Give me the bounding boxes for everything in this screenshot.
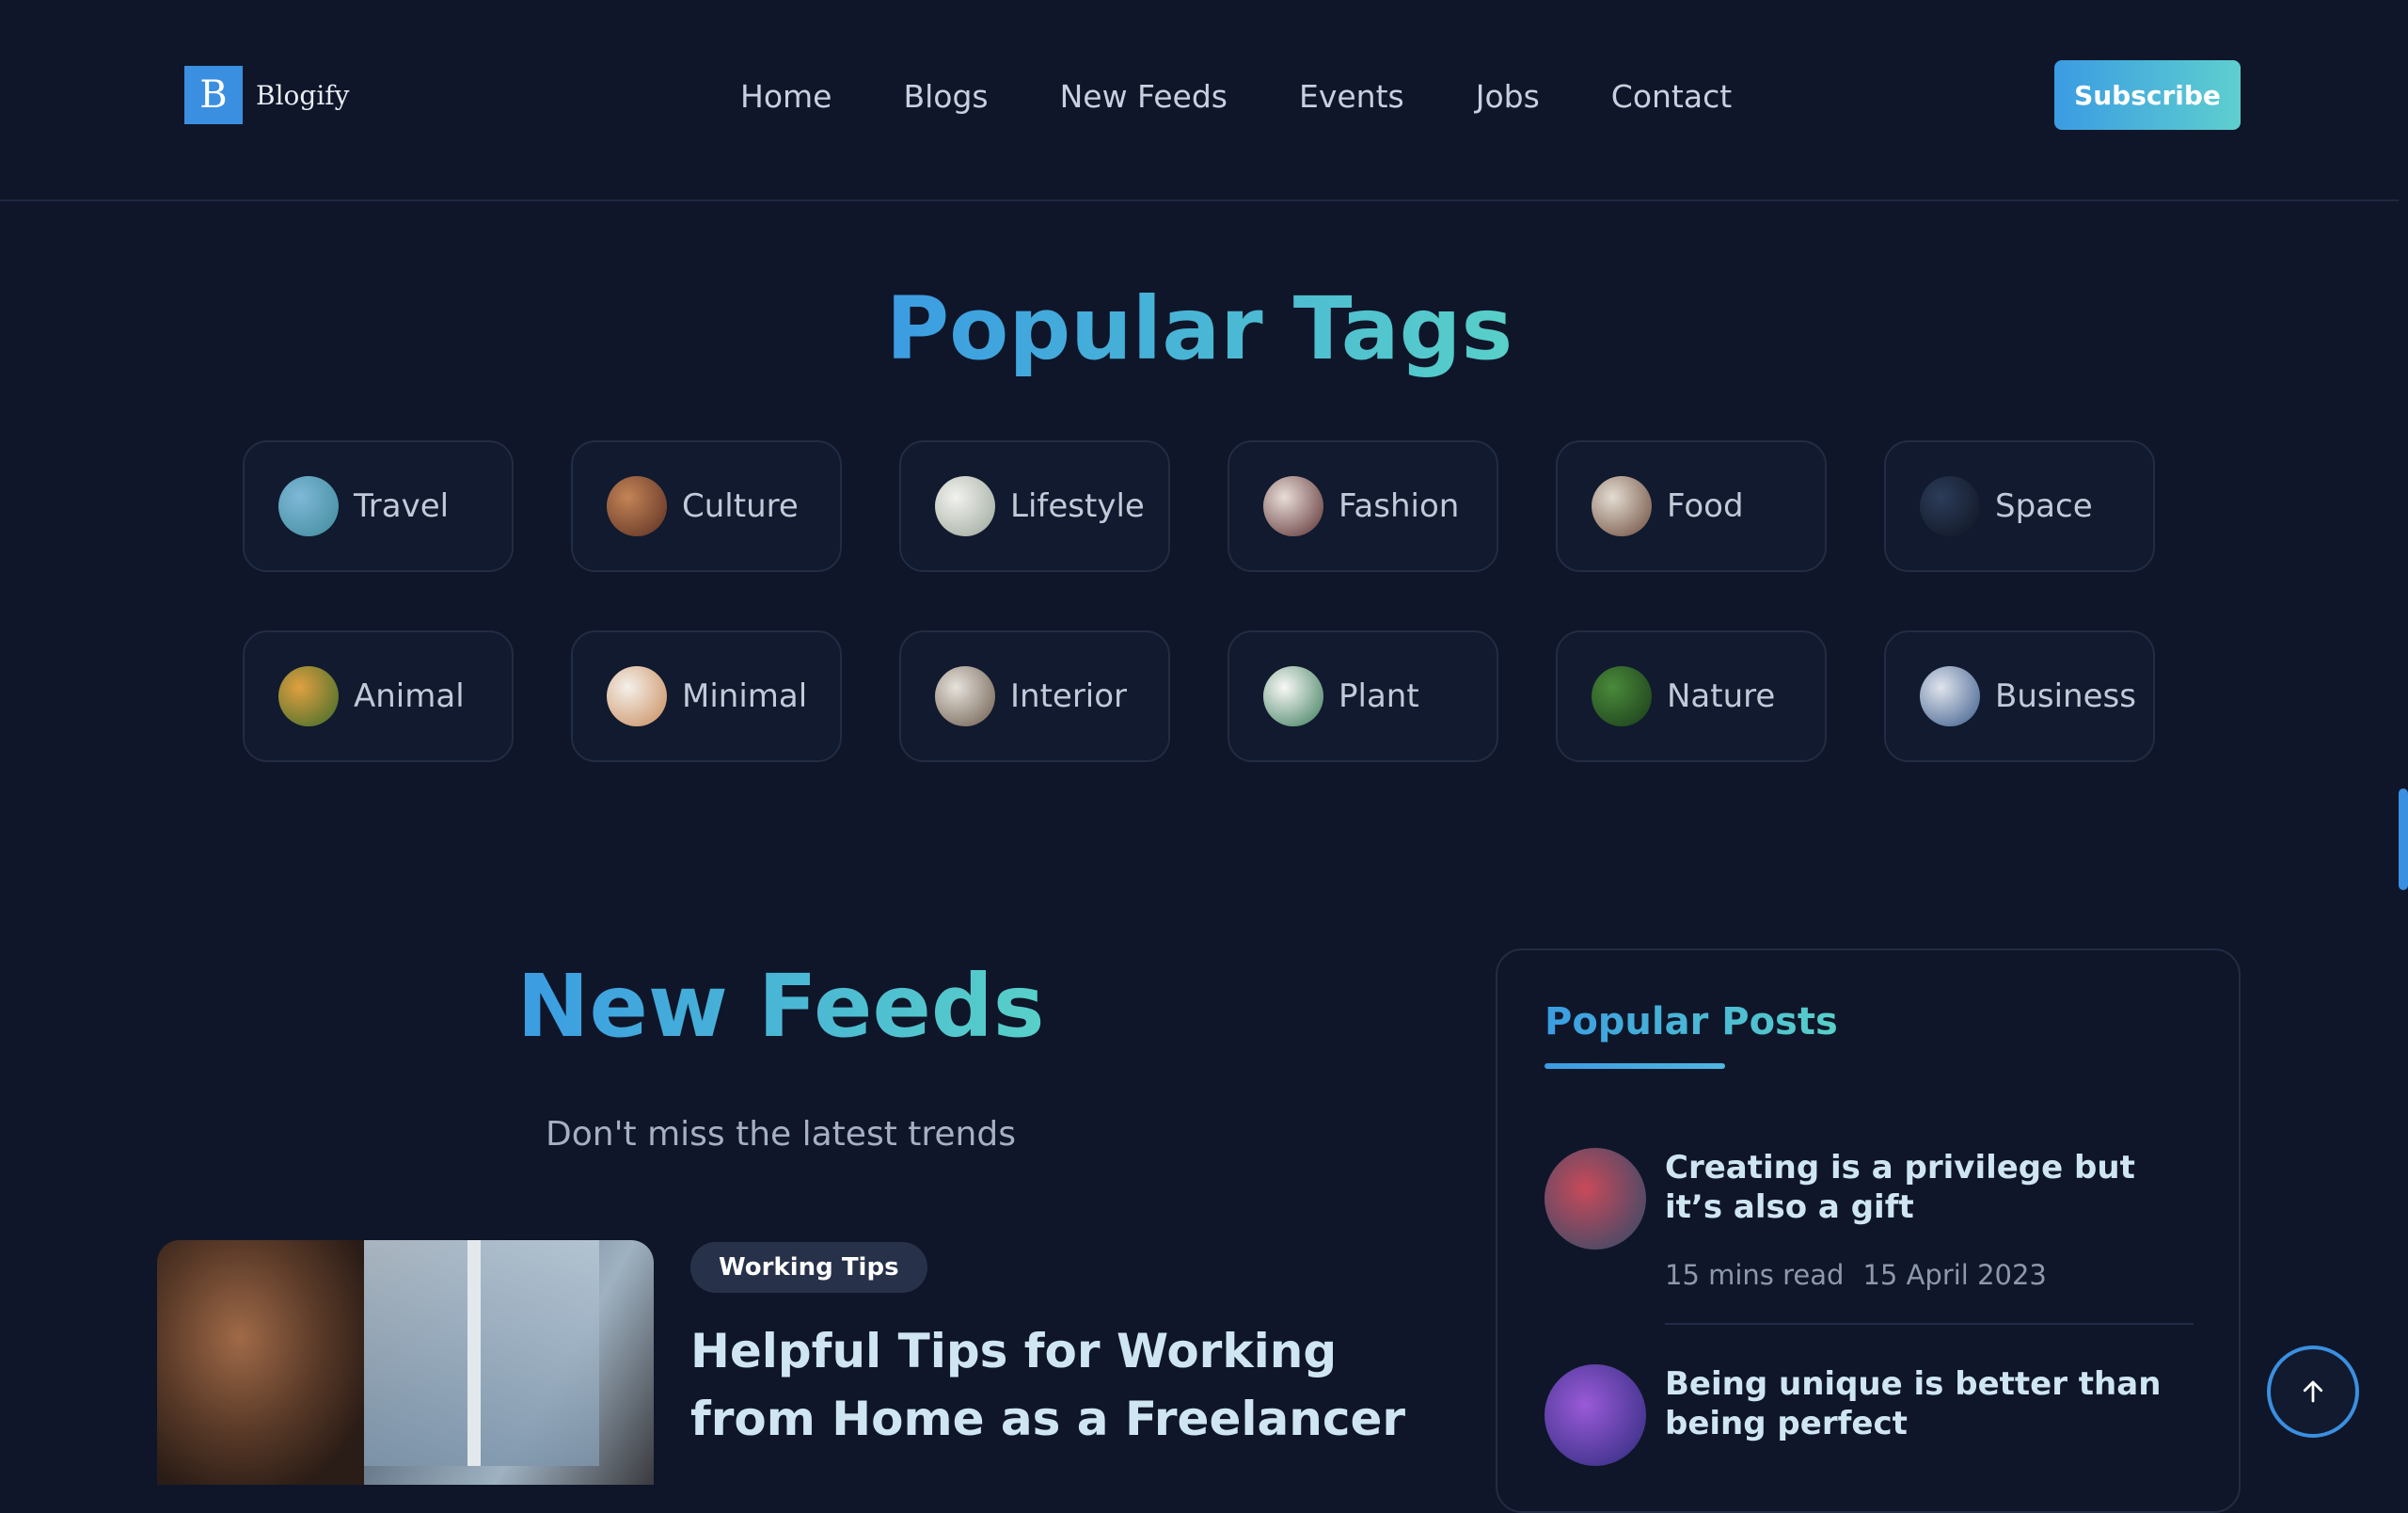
post-read-time: 15 mins read: [1665, 1259, 1845, 1291]
nav-blogs[interactable]: Blogs: [903, 78, 988, 115]
post-divider: [1665, 1323, 2194, 1325]
tag-travel[interactable]: Travel: [243, 440, 514, 572]
tag-label: Nature: [1667, 677, 1776, 715]
post-title[interactable]: Being unique is better than being perfec…: [1665, 1364, 2192, 1443]
tag-thumbnail: [607, 476, 667, 536]
tag-fashion[interactable]: Fashion: [1228, 440, 1498, 572]
featured-post-image[interactable]: [157, 1240, 654, 1485]
popular-tags-title-text: Popular Tags: [885, 279, 1513, 379]
image-person: [157, 1240, 364, 1485]
subscribe-button[interactable]: Subscribe: [2054, 60, 2241, 130]
tag-thumbnail: [1920, 666, 1980, 726]
popular-posts-panel: Popular Posts Creating is a privilege bu…: [1496, 948, 2241, 1513]
tag-plant[interactable]: Plant: [1228, 630, 1498, 762]
post-meta: 15 mins read 15 April 2023: [1665, 1259, 2047, 1291]
popular-post[interactable]: Being unique is better than being perfec…: [1545, 1364, 2195, 1477]
popular-tags-title: Popular Tags: [0, 273, 2399, 386]
tag-interior[interactable]: Interior: [899, 630, 1170, 762]
post-date: 15 April 2023: [1862, 1259, 2047, 1291]
featured-post-title[interactable]: Helpful Tips for Working from Home as a …: [690, 1317, 1462, 1453]
nav-new-feeds[interactable]: New Feeds: [1060, 78, 1228, 115]
main-nav: Home Blogs New Feeds Events Jobs Contact: [740, 70, 1732, 122]
tag-label: Travel: [354, 487, 450, 525]
tag-minimal[interactable]: Minimal: [571, 630, 842, 762]
tag-grid: Travel Culture Lifestyle Fashion Food Sp…: [243, 440, 2156, 762]
category-badge[interactable]: Working Tips: [690, 1242, 927, 1293]
tag-thumbnail: [607, 666, 667, 726]
title-underline: [1545, 1063, 1725, 1069]
site-header: B Blogify Home Blogs New Feeds Events Jo…: [0, 0, 2399, 201]
scrollbar-thumb[interactable]: [2399, 788, 2408, 890]
tag-label: Fashion: [1339, 487, 1460, 525]
post-thumbnail: [1545, 1148, 1646, 1250]
tag-label: Culture: [682, 487, 799, 525]
tag-animal[interactable]: Animal: [243, 630, 514, 762]
tag-label: Lifestyle: [1010, 487, 1145, 525]
tag-thumbnail: [1263, 666, 1323, 726]
tag-space[interactable]: Space: [1884, 440, 2155, 572]
tag-label: Plant: [1339, 677, 1419, 715]
tag-thumbnail: [935, 666, 995, 726]
popular-posts-title: Popular Posts: [1545, 995, 1838, 1048]
popular-posts-title-text: Popular Posts: [1545, 1000, 1838, 1043]
image-window-frame: [467, 1240, 481, 1466]
tag-nature[interactable]: Nature: [1556, 630, 1827, 762]
post-thumbnail: [1545, 1364, 1646, 1466]
new-feeds-subtitle: Don't miss the latest trends: [546, 1115, 1016, 1154]
brand-name: Blogify: [256, 79, 350, 111]
tag-thumbnail: [278, 666, 339, 726]
tag-lifestyle[interactable]: Lifestyle: [899, 440, 1170, 572]
tag-culture[interactable]: Culture: [571, 440, 842, 572]
nav-jobs[interactable]: Jobs: [1476, 78, 1540, 115]
tag-thumbnail: [1592, 666, 1652, 726]
tag-label: Animal: [354, 677, 465, 715]
tag-thumbnail: [935, 476, 995, 536]
popular-post[interactable]: Creating is a privilege but it’s also a …: [1545, 1148, 2195, 1327]
tag-thumbnail: [278, 476, 339, 536]
tag-thumbnail: [1592, 476, 1652, 536]
post-title[interactable]: Creating is a privilege but it’s also a …: [1665, 1148, 2192, 1227]
new-feeds-title-text: New Feeds: [516, 956, 1045, 1057]
tag-thumbnail: [1920, 476, 1980, 536]
new-feeds-title: New Feeds: [150, 950, 1411, 1063]
arrow-up-icon: [2303, 1380, 2323, 1403]
tag-food[interactable]: Food: [1556, 440, 1827, 572]
nav-contact[interactable]: Contact: [1611, 78, 1732, 115]
back-to-top-button[interactable]: [2267, 1346, 2359, 1438]
tag-thumbnail: [1263, 476, 1323, 536]
tag-business[interactable]: Business: [1884, 630, 2155, 762]
tag-label: Minimal: [682, 677, 808, 715]
brand-logo[interactable]: B Blogify: [184, 66, 349, 124]
logo-mark: B: [184, 66, 243, 124]
tag-label: Business: [1995, 677, 2136, 715]
tag-label: Interior: [1010, 677, 1128, 715]
tag-label: Space: [1995, 487, 2093, 525]
tag-label: Food: [1667, 487, 1744, 525]
nav-events[interactable]: Events: [1299, 78, 1404, 115]
nav-home[interactable]: Home: [740, 78, 832, 115]
